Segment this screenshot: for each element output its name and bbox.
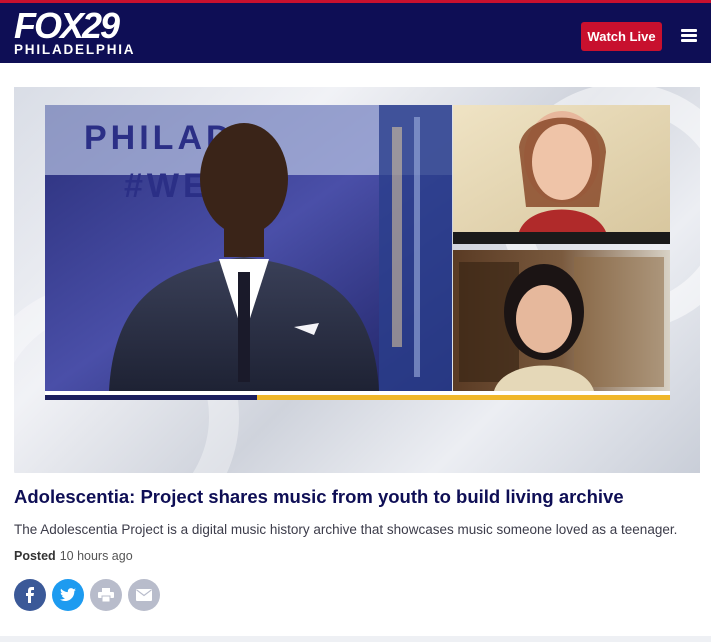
hero-video-image[interactable]: PHILADE #WEEK <box>14 87 700 473</box>
article-dek: The Adolescentia Project is a digital mu… <box>14 522 678 537</box>
posted-timestamp: Posted 10 hours ago <box>14 549 133 563</box>
email-icon <box>136 589 152 601</box>
fox29-logo[interactable]: FOX29 PHILADELPHIA <box>14 5 136 57</box>
facebook-icon <box>26 587 34 603</box>
facebook-share-button[interactable] <box>14 579 46 611</box>
section-divider <box>0 636 711 642</box>
logo-main-text: FOX29 <box>14 5 120 46</box>
twitter-share-button[interactable] <box>52 579 84 611</box>
logo-sub-text: PHILADELPHIA <box>14 42 136 57</box>
article-headline[interactable]: Adolescentia: Project shares music from … <box>14 485 704 509</box>
video-still: PHILADE #WEEK <box>14 87 700 473</box>
site-header: FOX29 PHILADELPHIA Watch Live <box>0 0 711 63</box>
print-share-button[interactable] <box>90 579 122 611</box>
posted-label: Posted <box>14 549 56 563</box>
hamburger-menu-icon[interactable] <box>681 29 697 42</box>
print-icon <box>98 588 114 602</box>
email-share-button[interactable] <box>128 579 160 611</box>
watch-live-button[interactable]: Watch Live <box>581 22 662 51</box>
twitter-icon <box>60 588 76 601</box>
posted-time: 10 hours ago <box>59 549 133 563</box>
